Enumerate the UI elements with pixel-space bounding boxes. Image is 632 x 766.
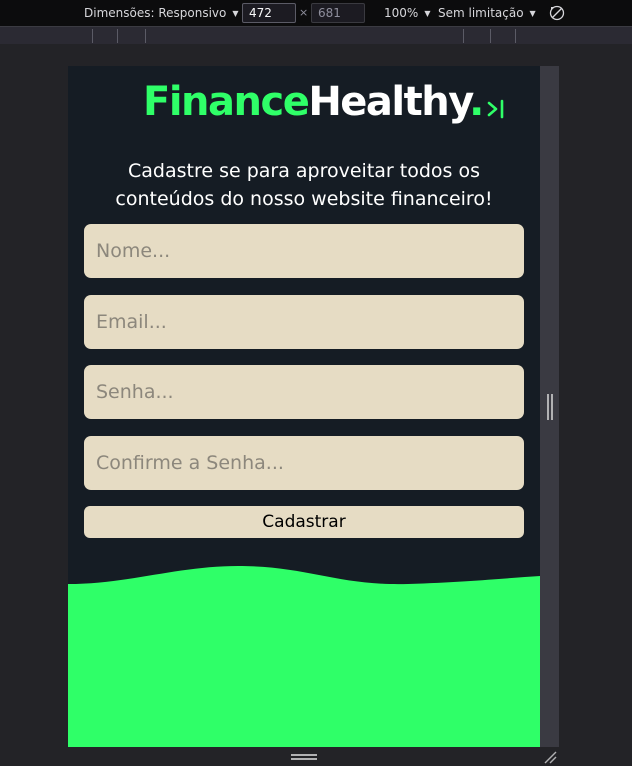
devtools-toolbar: Dimensões: Responsivo ▼ × 100% ▼ Sem lim… [0,0,632,26]
responsive-viewport: FinanceHealthy. Cadastre se para aprovei… [68,66,540,747]
throttling-dropdown[interactable]: Sem limitação ▼ [438,6,536,20]
device-dimensions-dropdown[interactable]: Dimensões: Responsivo ▼ [84,6,239,20]
ruler-tick [515,29,516,43]
decorative-wave [68,566,540,747]
ruler-tick [463,29,464,43]
height-resize-handle[interactable] [291,754,317,760]
chevron-down-icon: ▼ [424,8,431,18]
confirm-password-field[interactable] [84,436,524,490]
times-sign: × [299,6,309,19]
ruler-tick [117,29,118,43]
chevron-down-icon: ▼ [529,8,536,18]
password-field[interactable] [84,365,524,419]
ruler [0,26,632,44]
width-resize-handle[interactable] [547,394,553,420]
rotate-icon[interactable] [548,4,566,22]
device-dimensions-label: Dimensões: Responsivo [84,6,227,20]
signup-button[interactable]: Cadastrar [84,506,524,538]
site-logo[interactable]: FinanceHealthy. [143,79,484,125]
name-field[interactable] [84,224,524,278]
resize-handle-icon[interactable] [543,750,557,764]
logo-dot: . [469,79,484,125]
email-field[interactable] [84,295,524,349]
logo-part-finance: Finance [143,79,310,125]
ruler-tick [145,29,146,43]
zoom-dropdown[interactable]: 100% ▼ [384,6,430,20]
chevron-down-icon: ▼ [232,8,239,18]
logo-part-healthy: Healthy [308,79,470,125]
throttling-label: Sem limitação [438,6,524,20]
ruler-tick [490,29,491,43]
viewport-height-input[interactable] [311,3,365,23]
ruler-tick [92,29,93,43]
zoom-label: 100% [384,6,419,20]
viewport-width-input[interactable] [242,3,296,23]
menu-toggle-icon[interactable] [485,98,507,120]
signup-subtitle: Cadastre se para aproveitar todos os con… [115,160,493,210]
